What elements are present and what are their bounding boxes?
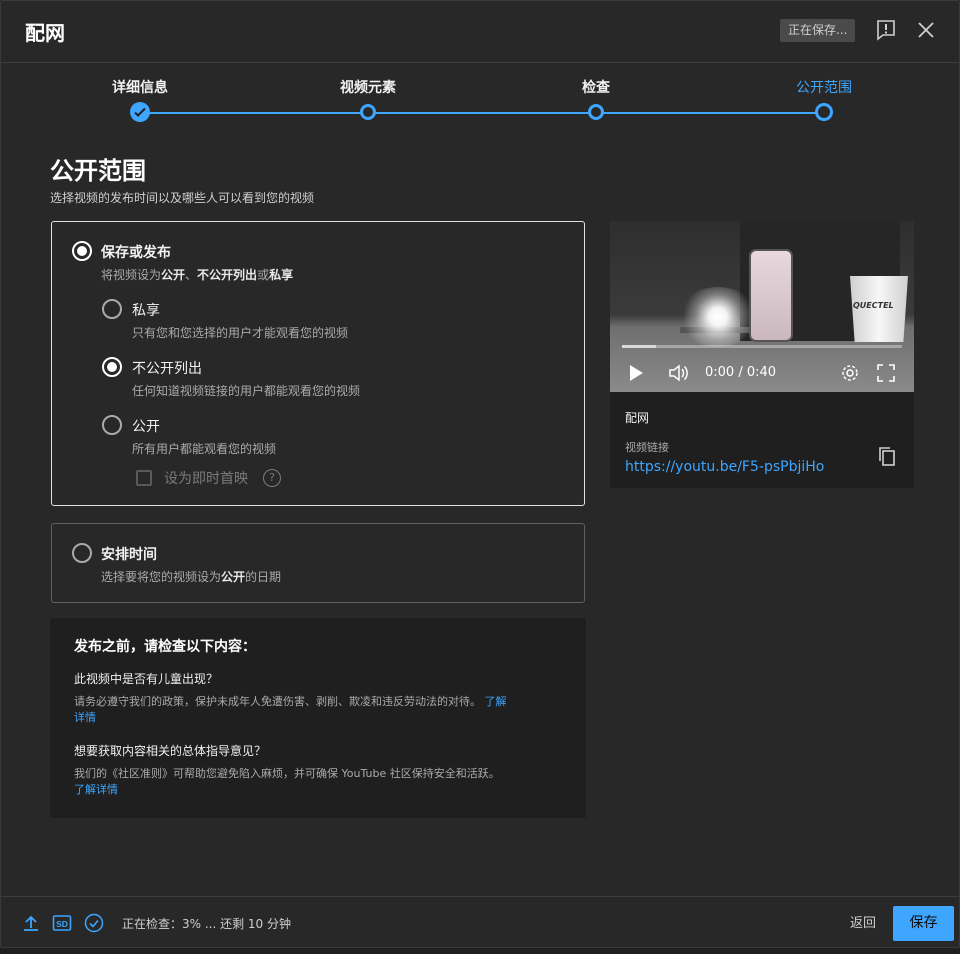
video-link-label: 视频链接 [625, 441, 669, 454]
save-or-publish-label: 保存或发布 [101, 245, 171, 261]
section-subtitle: 选择视频的发布时间以及哪些人可以看到您的视频 [50, 191, 315, 205]
schedule-label: 安排时间 [101, 547, 157, 563]
step-details[interactable]: 详细信息 [80, 63, 200, 122]
step-label: 详细信息 [112, 80, 168, 96]
private-radio[interactable] [102, 299, 122, 319]
play-icon[interactable] [628, 364, 644, 382]
dialog-header: 配网 正在保存... [1, 1, 959, 63]
section-title: 公开范围 [50, 157, 146, 185]
copy-icon[interactable] [876, 445, 898, 467]
step-label: 视频元素 [340, 80, 396, 96]
save-or-publish-desc: 将视频设为公开、不公开列出或私享 [101, 268, 294, 282]
close-icon[interactable] [915, 19, 937, 41]
video-preview-card: QUECTEL 0:00 / 0:40 配网 视频链接 https://yout… [610, 221, 914, 488]
fullscreen-icon[interactable] [876, 363, 896, 383]
progress-stepper: 详细信息 视频元素 检查 公开范围 [1, 63, 959, 133]
children-text: 请务必遵守我们的政策，保护未成年人免遭伤害、剥削、欺凌和违反劳动法的对待。 了解… [74, 695, 507, 724]
video-player[interactable]: QUECTEL 0:00 / 0:40 [610, 221, 914, 392]
step-checks[interactable]: 检查 [536, 63, 656, 120]
private-label: 私享 [132, 303, 160, 319]
stepper-line [140, 112, 824, 114]
video-name: 配网 [625, 411, 650, 425]
step-label: 检查 [582, 80, 610, 96]
checklist-title: 发布之前，请检查以下内容： [74, 639, 256, 655]
check-progress-status: 正在检查：3% ... 还剩 10 分钟 [122, 917, 292, 931]
schedule-radio[interactable] [72, 543, 92, 563]
unlisted-label: 不公开列出 [132, 361, 202, 377]
settings-gear-icon[interactable] [840, 363, 860, 383]
checks-status-icon[interactable] [84, 913, 104, 933]
guidelines-text: 我们的《社区准则》可帮助您避免陷入麻烦，并可确保 YouTube 社区保持安全和… [74, 767, 500, 796]
video-link[interactable]: https://youtu.be/F5-psPbjiHo [625, 459, 824, 475]
public-radio[interactable] [102, 415, 122, 435]
schedule-panel: 安排时间 选择要将您的视频设为公开的日期 [51, 523, 585, 603]
saving-status-chip: 正在保存... [780, 19, 856, 42]
dialog-title: 配网 [25, 21, 65, 45]
guidelines-question: 想要获取内容相关的总体指导意见？ [74, 744, 267, 758]
video-progress-bar[interactable] [622, 345, 902, 348]
public-label: 公开 [132, 419, 160, 435]
dialog-footer: SD 正在检查：3% ... 还剩 10 分钟 返回 保存 [1, 896, 959, 947]
cup-logo-text: QUECTEL [853, 301, 894, 310]
check-icon [130, 102, 150, 122]
save-or-publish-radio[interactable] [72, 241, 92, 261]
upload-icon[interactable] [21, 913, 41, 933]
upload-dialog: 配网 正在保存... 详细信息 视频元素 检查 公开范围 公开范围 选择视频的发… [0, 0, 960, 948]
video-frame [749, 249, 793, 342]
video-frame [678, 287, 758, 347]
sd-quality-icon[interactable]: SD [52, 913, 72, 933]
svg-text:SD: SD [56, 919, 68, 929]
premiere-checkbox[interactable] [136, 470, 152, 486]
schedule-desc: 选择要将您的视频设为公开的日期 [101, 570, 282, 584]
back-button[interactable]: 返回 [839, 911, 887, 937]
step-dot [360, 104, 376, 120]
step-label: 公开范围 [796, 80, 852, 96]
step-video-elements[interactable]: 视频元素 [308, 63, 428, 120]
unlisted-radio[interactable] [102, 357, 122, 377]
pre-publish-checklist: 发布之前，请检查以下内容： 此视频中是否有儿童出现？ 请务必遵守我们的政策，保护… [50, 618, 586, 818]
public-desc: 所有用户都能观看您的视频 [132, 442, 277, 456]
save-or-publish-panel: 保存或发布 将视频设为公开、不公开列出或私享 私享 只有您和您选择的用户才能观看… [51, 221, 585, 506]
unlisted-desc: 任何知道视频链接的用户都能观看您的视频 [132, 384, 361, 398]
learn-more-link[interactable]: 了解详情 [74, 783, 118, 796]
save-button[interactable]: 保存 [893, 906, 954, 941]
feedback-icon[interactable] [875, 19, 897, 41]
step-visibility[interactable]: 公开范围 [764, 63, 884, 121]
help-icon[interactable]: ? [263, 469, 281, 487]
step-dot [815, 103, 833, 121]
video-time: 0:00 / 0:40 [705, 365, 777, 380]
volume-icon[interactable] [668, 363, 690, 383]
step-dot [588, 104, 604, 120]
children-question: 此视频中是否有儿童出现？ [74, 672, 219, 686]
private-desc: 只有您和您选择的用户才能观看您的视频 [132, 326, 349, 340]
premiere-label: 设为即时首映 [164, 471, 248, 487]
